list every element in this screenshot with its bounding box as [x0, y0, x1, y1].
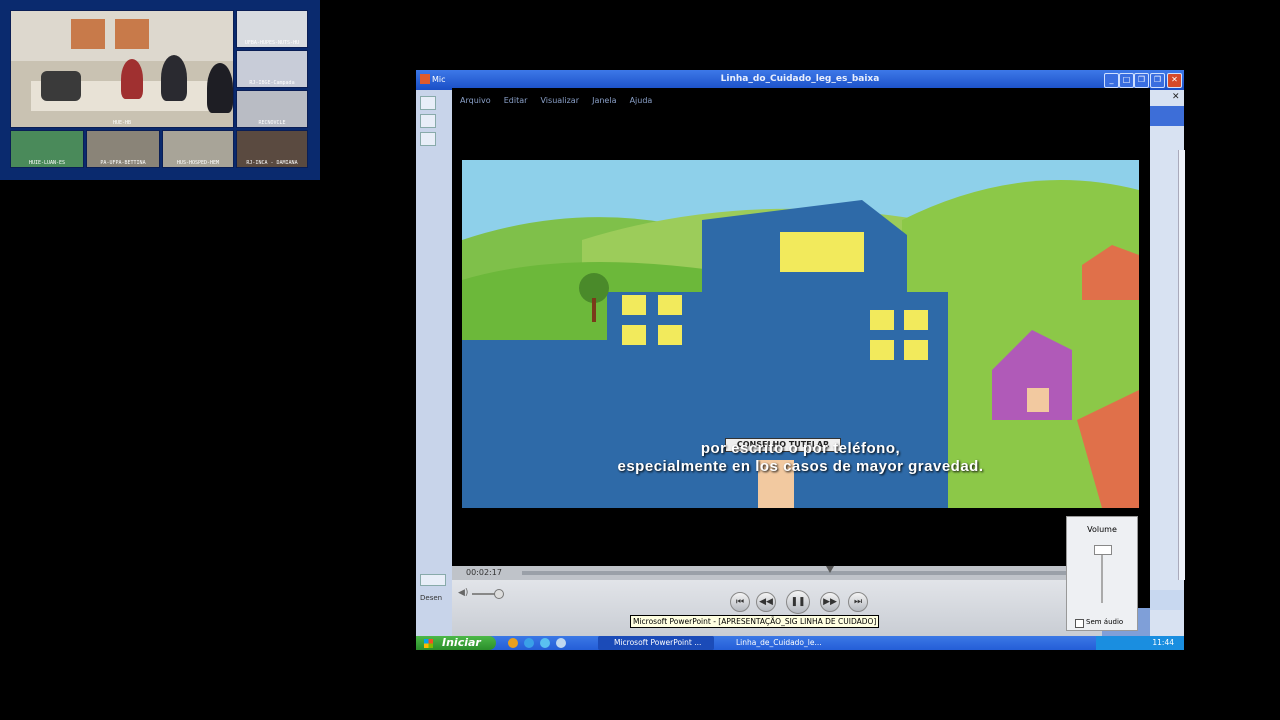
- conference-tile: RJ-INCA - DAMIANA: [236, 130, 308, 168]
- building-window: [904, 340, 928, 360]
- participant: [121, 59, 143, 99]
- participant: [161, 55, 187, 101]
- maximize-button[interactable]: □: [1119, 73, 1134, 88]
- skip-back-button[interactable]: ⏮: [730, 592, 750, 612]
- minimize-button[interactable]: _: [1104, 73, 1119, 88]
- taskbar-item-powerpoint[interactable]: Microsoft PowerPoint ...: [598, 636, 714, 650]
- menu-item-visualizar[interactable]: Visualizar: [541, 96, 580, 105]
- title-bar[interactable]: Mic Linha_do_Cuidado_leg_es_baixa _ □ ❐ …: [416, 70, 1184, 90]
- tile-caption: HUIE-LUAN-ES: [28, 160, 66, 166]
- building-window: [622, 295, 646, 315]
- speaker-icon[interactable]: ◀): [458, 588, 468, 598]
- menu-item-arquivo[interactable]: Arquivo: [460, 96, 491, 105]
- player-menu-bar: Arquivo Editar Visualizar Janela Ajuda: [452, 88, 1150, 105]
- skip-forward-button[interactable]: ⏭: [848, 592, 868, 612]
- timecode: 00:02:17: [466, 568, 502, 577]
- conference-tile: PA-UFPA-BETTINA: [86, 130, 160, 168]
- building-window: [870, 310, 894, 330]
- panel-close-icon[interactable]: ✕: [1172, 92, 1180, 102]
- outer-restore-button[interactable]: ❐: [1150, 73, 1165, 88]
- quicklaunch-icon[interactable]: [540, 638, 550, 648]
- volume-panel: Volume Sem áudio: [1066, 516, 1138, 631]
- tile-caption: UFBA-HUPES-NUTS-HU: [244, 40, 300, 46]
- volume-mini-slider[interactable]: [472, 593, 496, 595]
- tile-caption: HUE-HB: [112, 120, 132, 126]
- wall-poster: [115, 19, 149, 49]
- video-conference-panel: HUE-HB UFBA-HUPES-NUTS-HU RJ-IBGE-Campad…: [0, 0, 320, 180]
- powerpoint-right-panel: ✕: [1150, 90, 1185, 636]
- participant: [207, 63, 233, 113]
- mute-checkbox[interactable]: [1075, 619, 1084, 628]
- timeline-bar: 00:02:17: [452, 566, 1102, 580]
- task-pane-footer: [1150, 590, 1184, 610]
- conference-tile: HUIE-LUAN-ES: [10, 130, 84, 168]
- video-player: Arquivo Editar Visualizar Janela Ajuda C…: [452, 88, 1150, 608]
- start-label: Iniciar: [442, 636, 481, 649]
- building-window: [870, 340, 894, 360]
- volume-label: Volume: [1087, 525, 1117, 534]
- building-window: [622, 325, 646, 345]
- building-window: [658, 325, 682, 345]
- menu-item-janela[interactable]: Janela: [592, 96, 616, 105]
- house-door: [1027, 388, 1049, 412]
- wall-poster: [71, 19, 105, 49]
- chair: [41, 71, 81, 101]
- slides-icon[interactable]: [420, 96, 436, 110]
- subtitle-line-1: por escrito o por teléfono,: [700, 440, 901, 457]
- subtitle-line-2: especialmente en los casos de mayor grav…: [617, 458, 984, 475]
- menu-item-editar[interactable]: Editar: [504, 96, 528, 105]
- mute-label: Sem áudio: [1086, 618, 1124, 626]
- window-title: Linha_do_Cuidado_leg_es_baixa: [720, 74, 880, 84]
- taskbar-item-video[interactable]: Linha_de_Cuidado_le...: [720, 636, 836, 650]
- menu-item-ajuda[interactable]: Ajuda: [630, 96, 653, 105]
- taskbar-tooltip: Microsoft PowerPoint - [APRESENTAÇÃO_SIG…: [630, 615, 880, 628]
- task-pane-header: [1150, 106, 1184, 126]
- conference-tile: RECNOVCLE: [236, 90, 308, 128]
- start-button[interactable]: Iniciar: [416, 636, 496, 650]
- tile-caption: HUS-HOSPED-HEM: [176, 160, 220, 166]
- drawing-toolbar-label[interactable]: Desen: [420, 594, 442, 602]
- image-icon[interactable]: [420, 132, 436, 146]
- volume-slider-track[interactable]: [1101, 547, 1103, 603]
- building-window: [780, 232, 864, 272]
- main-conference-tile: HUE-HB: [10, 10, 234, 128]
- close-button[interactable]: ✕: [1167, 73, 1182, 88]
- tile-caption: RJ-IBGE-Campada: [249, 80, 295, 86]
- tile-caption: RJ-INCA - DAMIANA: [246, 160, 298, 166]
- ie-icon[interactable]: [524, 638, 534, 648]
- pause-button[interactable]: ❚❚: [786, 590, 810, 614]
- conference-tile: UFBA-HUPES-NUTS-HU: [236, 10, 308, 48]
- tile-caption: RECNOVCLE: [258, 120, 286, 126]
- tile-caption: PA-UFPA-BETTINA: [100, 160, 146, 166]
- conference-tile: RJ-IBGE-Campada: [236, 50, 308, 88]
- playhead[interactable]: [826, 566, 834, 573]
- volume-slider-knob[interactable]: [1094, 545, 1112, 555]
- video-frame[interactable]: CONSELHO TUTELAR por escrito o por teléf…: [462, 160, 1139, 508]
- clock: 11:44: [1152, 638, 1174, 647]
- building-window: [658, 295, 682, 315]
- quicklaunch-icon[interactable]: [556, 638, 566, 648]
- conference-tile: HUS-HOSPED-HEM: [162, 130, 234, 168]
- browser-icon[interactable]: [508, 638, 518, 648]
- restore-button[interactable]: ❐: [1134, 73, 1149, 88]
- outline-icon[interactable]: [420, 114, 436, 128]
- desktop-window: Mic Linha_do_Cuidado_leg_es_baixa _ □ ❐ …: [416, 70, 1185, 650]
- vertical-scrollbar[interactable]: [1178, 150, 1185, 580]
- timeline-scrubber[interactable]: [522, 571, 1102, 575]
- fast-forward-button[interactable]: ▶▶: [820, 592, 840, 612]
- windows-logo-icon: [424, 639, 433, 648]
- powerpoint-side-panel: Desen: [416, 90, 452, 636]
- rewind-button[interactable]: ◀◀: [756, 592, 776, 612]
- view-normal-icon[interactable]: [420, 574, 446, 586]
- building-window: [904, 310, 928, 330]
- system-tray: 11:44: [1096, 636, 1184, 650]
- taskbar: Iniciar Microsoft PowerPoint ... Linha_d…: [416, 636, 1184, 650]
- tree-trunk: [592, 298, 596, 322]
- volume-mini-knob[interactable]: [494, 589, 504, 599]
